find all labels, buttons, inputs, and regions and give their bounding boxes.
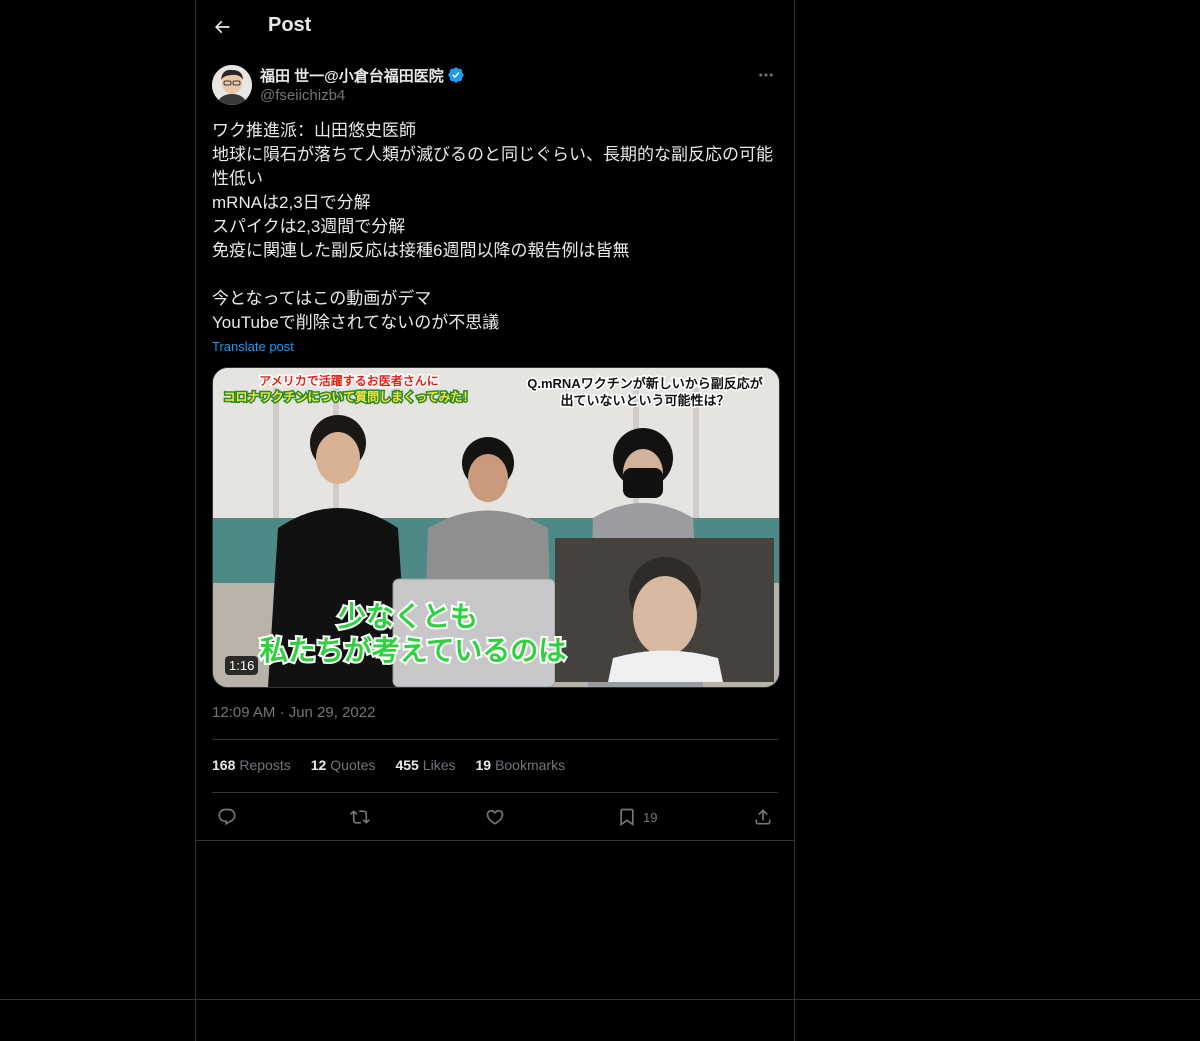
caption-top-right-2: 出ていないという可能性は？ bbox=[560, 393, 729, 408]
divider bbox=[212, 739, 778, 740]
bookmark-icon bbox=[620, 808, 634, 827]
repost-icon bbox=[350, 810, 370, 824]
translate-post-link[interactable]: Translate post bbox=[212, 339, 294, 354]
quotes-stat[interactable]: 12 Quotes bbox=[311, 757, 376, 773]
more-options-button[interactable] bbox=[754, 65, 778, 85]
page-title: Post bbox=[268, 14, 312, 36]
verified-badge-icon bbox=[448, 67, 464, 83]
caption-top-left-2: コロナワクチンについて質問しまくってみた！ bbox=[223, 389, 474, 404]
more-dots-icon bbox=[759, 73, 773, 77]
post-actions: 19 bbox=[212, 800, 778, 834]
avatar[interactable] bbox=[212, 65, 252, 105]
display-name[interactable]: 福田 世一@小倉台福田医院 bbox=[260, 65, 444, 86]
back-button[interactable] bbox=[206, 11, 238, 43]
post-stats: 168 Reposts 12 Quotes 455 Likes 19 Bookmarks bbox=[212, 757, 565, 773]
like-button[interactable] bbox=[485, 800, 505, 834]
post-timestamp[interactable]: 12:09 AM · Jun 29, 2022 bbox=[212, 704, 375, 721]
right-column-border bbox=[794, 0, 795, 1041]
video-duration: 1:16 bbox=[225, 656, 259, 675]
video-subtitle-2: 私たちが考えているのは bbox=[260, 634, 567, 666]
page-header: Post bbox=[196, 0, 794, 54]
share-button[interactable] bbox=[753, 800, 773, 834]
bottom-divider bbox=[0, 999, 1200, 1000]
reply-button[interactable] bbox=[217, 800, 237, 834]
name-row: 福田 世一@小倉台福田医院 bbox=[260, 65, 465, 85]
reposts-stat[interactable]: 168 Reposts bbox=[212, 757, 291, 773]
post-text: ワク推進派：山田悠史医師 地球に隕石が落ちて人類が滅びるのと同じぐらい、長期的な… bbox=[212, 121, 773, 332]
likes-stat[interactable]: 455 Likes bbox=[395, 757, 455, 773]
post-author: 福田 世一@小倉台福田医院 @fseiichizb4 bbox=[212, 65, 778, 109]
video-thumbnail[interactable]: アメリカで活躍するお医者さんに コロナワクチンについて質問しまくってみた！ Q.… bbox=[212, 367, 780, 688]
bookmark-button[interactable]: 19 bbox=[617, 800, 657, 834]
bookmark-count: 19 bbox=[643, 809, 658, 825]
share-icon bbox=[755, 809, 771, 825]
post-detail: Post 福田 世一@小倉台福田医院 @fseiichizb4 ワク推進派：山田… bbox=[196, 0, 794, 841]
caption-top-right-1: Q.mRNAワクチンが新しいから副反応が bbox=[527, 376, 762, 391]
repost-button[interactable] bbox=[350, 800, 370, 834]
video-frame: アメリカで活躍するお医者さんに コロナワクチンについて質問しまくってみた！ Q.… bbox=[213, 368, 779, 687]
bookmarks-stat[interactable]: 19 Bookmarks bbox=[475, 757, 565, 773]
divider bbox=[212, 792, 778, 793]
video-subtitle-1: 少なくとも bbox=[338, 601, 478, 632]
reply-icon bbox=[218, 808, 236, 826]
author-handle[interactable]: @fseiichizb4 bbox=[260, 87, 345, 104]
caption-top-left-1: アメリカで活躍するお医者さんに bbox=[259, 373, 438, 388]
arrow-left-icon bbox=[214, 20, 230, 34]
heart-icon bbox=[486, 809, 504, 825]
